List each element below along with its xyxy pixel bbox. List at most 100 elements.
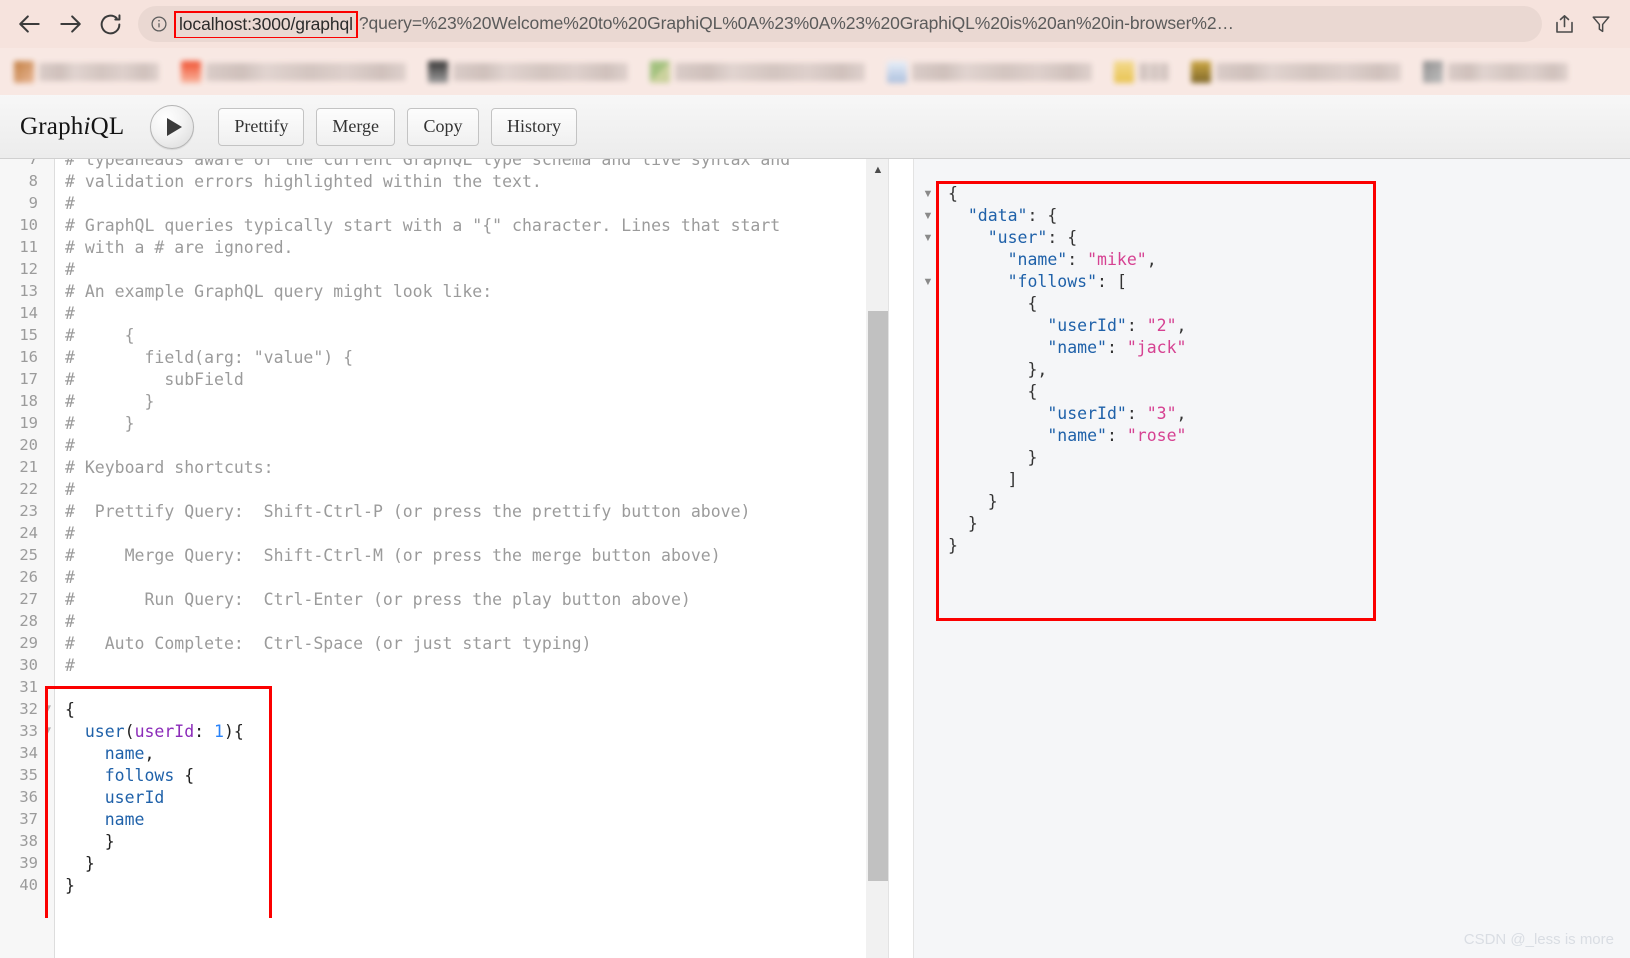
line-number: 23 xyxy=(19,502,38,520)
line-number: 21 xyxy=(19,458,38,476)
editor-panes: 7 8 9 10 11 12 13 14 15 16 17 18 19 20 21 22 23 24 25 26 27 2… xyxy=(0,159,1630,958)
pane-splitter[interactable] xyxy=(888,159,914,958)
bookmark-item[interactable] xyxy=(887,58,1092,86)
comment-line: # Run Query: Ctrl-Enter (or press the pl… xyxy=(65,590,691,609)
bookmarks-bar[interactable] xyxy=(0,48,1630,95)
comment-line: # typeaheads aware of the current GraphQ… xyxy=(65,159,791,169)
comment-line: # xyxy=(65,524,75,543)
scrollbar-thumb[interactable] xyxy=(868,311,888,881)
line-number: 27 xyxy=(19,590,38,608)
comment-line: # Prettify Query: Shift-Ctrl-P (or press… xyxy=(65,502,751,521)
watermark: CSDN @_less is more xyxy=(1463,931,1614,948)
result-line: } xyxy=(948,514,978,533)
reload-button[interactable] xyxy=(90,4,130,44)
line-number: 36 xyxy=(19,788,38,806)
bookmark-label xyxy=(39,62,159,81)
line-number: 11 xyxy=(19,238,38,256)
fold-triangle-icon[interactable]: ▼ xyxy=(45,720,51,742)
app-title-italic: i xyxy=(83,112,91,140)
line-number: 25 xyxy=(19,546,38,564)
fold-triangle-icon[interactable]: ▼ xyxy=(914,227,942,249)
line-number: 15 xyxy=(19,326,38,344)
result-line: "data": { xyxy=(967,206,1058,225)
line-number: 17 xyxy=(19,370,38,388)
browser-chrome: localhost:3000/graphql ?query=%23%20Welc… xyxy=(0,0,1630,95)
result-line: "follows": [ xyxy=(1007,272,1127,291)
query-line: userId xyxy=(104,788,165,807)
execute-query-button[interactable] xyxy=(150,104,195,149)
fold-triangle-icon[interactable]: ▼ xyxy=(45,698,51,720)
back-button[interactable] xyxy=(10,4,50,44)
merge-button[interactable]: Merge xyxy=(316,107,396,146)
share-button[interactable] xyxy=(1548,7,1582,41)
line-number: 22 xyxy=(19,480,38,498)
line-number: 8 xyxy=(28,172,38,190)
bookmark-label xyxy=(453,62,628,81)
comment-line: # with a # are ignored. xyxy=(65,238,294,257)
comment-line: # } xyxy=(65,414,135,433)
line-number: 34 xyxy=(19,744,38,762)
copy-button[interactable]: Copy xyxy=(407,107,480,146)
collections-button[interactable] xyxy=(1584,7,1618,41)
prettify-button[interactable]: Prettify xyxy=(218,107,305,146)
favicon-icon xyxy=(650,60,670,83)
chrome-right-icons xyxy=(1548,7,1620,41)
editor-scrollbar[interactable]: ▲ xyxy=(866,159,888,958)
bookmark-item[interactable] xyxy=(428,58,628,86)
info-circle-icon[interactable] xyxy=(150,15,168,33)
result-pane: ▼ ▼ ▼ ▼ { "data": { "user": { "name": "mike… xyxy=(914,159,1630,958)
fold-triangle-icon[interactable]: ▼ xyxy=(914,183,942,205)
app-title-part2: QL xyxy=(90,112,125,140)
url-text: localhost:3000/graphql ?query=%23%20Welc… xyxy=(174,10,1234,38)
comment-line: # xyxy=(65,304,75,323)
bookmark-item[interactable] xyxy=(650,58,865,86)
bookmark-item[interactable] xyxy=(1114,58,1169,86)
line-number: 14 xyxy=(19,304,38,322)
bookmark-item[interactable] xyxy=(1191,58,1401,86)
line-number: 28 xyxy=(19,612,38,630)
comment-line: # xyxy=(65,656,75,675)
bookmark-item[interactable] xyxy=(14,58,159,86)
line-number: 18 xyxy=(19,392,38,410)
line-number: 19 xyxy=(19,414,38,432)
comment-line: # xyxy=(65,260,75,279)
bookmark-item[interactable] xyxy=(181,58,406,86)
result-line: } xyxy=(948,536,958,555)
result-line: { xyxy=(948,294,1038,313)
url-query-string: ?query=%23%20Welcome%20to%20GraphiQL%0A%… xyxy=(358,13,1234,33)
address-bar[interactable]: localhost:3000/graphql ?query=%23%20Welc… xyxy=(138,6,1542,42)
result-line: "user": { xyxy=(987,228,1078,247)
line-number: 16 xyxy=(19,348,38,366)
comment-line: # An example GraphQL query might look li… xyxy=(65,282,493,301)
bookmark-item[interactable] xyxy=(1423,58,1568,86)
query-editor-pane[interactable]: 7 8 9 10 11 12 13 14 15 16 17 18 19 20 21 22 23 24 25 26 27 2… xyxy=(0,159,888,958)
browser-nav-bar: localhost:3000/graphql ?query=%23%20Welc… xyxy=(0,0,1630,48)
comment-line: # validation errors highlighted within t… xyxy=(65,172,542,191)
play-icon xyxy=(167,117,183,136)
line-number: 30 xyxy=(19,656,38,674)
scroll-up-icon[interactable]: ▲ xyxy=(867,165,888,176)
fold-triangle-icon[interactable]: ▼ xyxy=(914,271,942,293)
fold-triangle-icon[interactable]: ▼ xyxy=(914,205,942,227)
result-fold-gutter: ▼ ▼ ▼ ▼ xyxy=(914,159,942,958)
line-number: 39 xyxy=(19,854,38,872)
line-number: 35 xyxy=(19,766,38,784)
comment-line: # } xyxy=(65,392,155,411)
history-button[interactable]: History xyxy=(491,107,578,146)
result-viewer: { "data": { "user": { "name": "mike", "f… xyxy=(942,159,1630,958)
line-number: 33 ▼ xyxy=(19,720,51,742)
arrow-left-icon xyxy=(19,15,40,33)
line-number: 38 xyxy=(19,832,38,850)
forward-button[interactable] xyxy=(50,4,90,44)
query-line xyxy=(65,677,888,699)
bookmark-label xyxy=(1216,62,1401,81)
query-editor[interactable]: # typeaheads aware of the current GraphQ… xyxy=(55,159,888,958)
